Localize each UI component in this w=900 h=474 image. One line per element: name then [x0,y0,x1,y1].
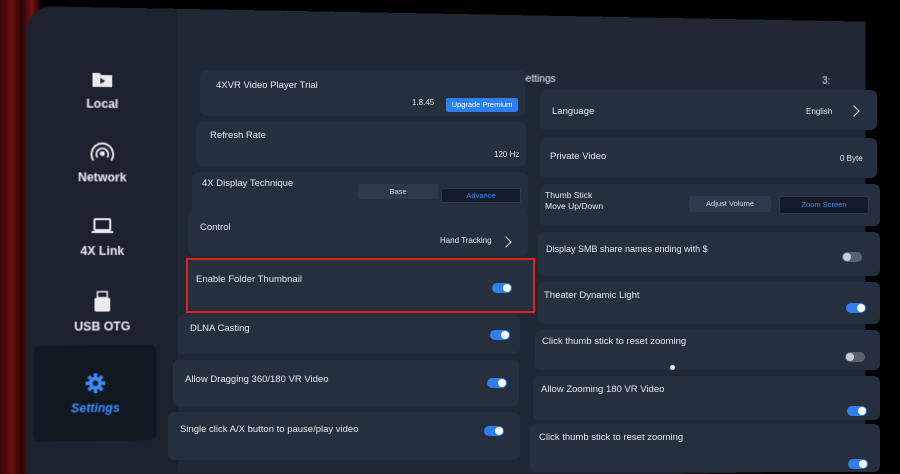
advance-option-button[interactable]: Advance [441,188,521,203]
chevron-right-icon [500,236,512,248]
sidebar-item-label: Network [77,170,127,185]
thumb-stick-label-line1: Thumb Stick [545,190,593,200]
gear-icon [83,371,109,395]
control-card[interactable]: Control Hand Tracking [188,210,528,256]
trial-label: 4XVR Video Player Trial [216,80,318,91]
single-click-toggle[interactable] [484,426,504,436]
smb-card: Display SMB share names ending with $ [538,232,880,276]
reset-zoom-toggle-1[interactable] [845,352,865,362]
display-technique-card: 4X Display Technique Base Advance [192,172,528,214]
sidebar-item-label: Local [86,96,119,111]
zoom-180-toggle[interactable] [847,406,867,416]
display-technique-label: 4X Display Technique [202,178,294,189]
sidebar-item-local[interactable]: Local [26,52,178,125]
theater-light-label: Theater Dynamic Light [544,290,640,301]
refresh-rate-card: Refresh Rate 120 Hz [196,122,526,166]
sidebar-item-4x-link[interactable]: 4X Link [26,200,178,272]
base-option-button[interactable]: Base [358,184,438,199]
version-text: 1.8.45 [412,98,435,107]
usb-drive-icon [90,290,116,314]
toggle-knob [843,253,851,261]
laptop-icon [90,214,116,238]
language-value: English [806,107,833,116]
network-icon [90,141,116,165]
toggle-knob [846,353,854,361]
pointer-cursor [670,365,675,370]
language-label: Language [552,106,595,117]
thumb-stick-card: Thumb Stick Move Up/Down Adjust Volume Z… [540,184,880,226]
private-video-label: Private Video [550,151,607,162]
clock: 3: [822,75,831,87]
refresh-rate-label: Refresh Rate [210,130,266,141]
toggle-knob [858,407,866,415]
smb-label: Display SMB share names ending with $ [546,244,708,254]
reset-zoom-toggle-2[interactable] [848,459,868,469]
dragging-label: Allow Dragging 360/180 VR Video [185,374,329,385]
single-click-card: Single click A/X button to pause/play vi… [168,412,520,460]
zoom-180-label: Allow Zooming 180 VR Video [541,384,665,395]
trial-card: 4XVR Video Player Trial 1.8.45 Upgrade P… [200,70,525,116]
upgrade-premium-button[interactable]: Upgrade Premium [446,98,518,112]
reset-zoom-card-2: Click thumb stick to reset zooming [530,424,880,472]
theater-light-card: Theater Dynamic Light [538,282,880,324]
zoom-180-card: Allow Zooming 180 VR Video [533,376,880,420]
toggle-knob [859,460,867,468]
toggle-knob [501,331,509,339]
sidebar-item-label: 4X Link [80,244,125,258]
dragging-toggle[interactable] [487,378,507,388]
smb-toggle[interactable] [842,252,862,262]
dlna-toggle[interactable] [490,330,510,340]
toggle-knob [495,427,503,435]
sidebar-item-label: USB OTG [74,319,131,334]
language-card[interactable]: Language English [540,90,877,130]
reset-zoom-label-1: Click thumb stick to reset zooming [542,336,687,347]
sidebar: Local Network 4X Link USB OTG Settings [26,6,178,474]
sidebar-item-network[interactable]: Network [26,126,178,199]
zoom-screen-button[interactable]: Zoom Screen [779,196,869,214]
adjust-volume-button[interactable]: Adjust Volume [689,196,771,212]
toggle-knob [857,304,865,312]
play-folder-icon [90,67,116,91]
sidebar-item-settings[interactable]: Settings [33,344,157,442]
single-click-label: Single click A/X button to pause/play vi… [180,424,359,435]
control-label: Control [200,222,231,233]
control-value: Hand Tracking [440,236,492,245]
sidebar-item-label: Settings [71,400,120,416]
reset-zoom-label-2: Click thumb stick to reset zooming [539,432,684,443]
reset-zoom-card-1: Click thumb stick to reset zooming [535,330,880,370]
dragging-card: Allow Dragging 360/180 VR Video [173,360,519,406]
private-video-card[interactable]: Private Video 0 Byte [540,138,877,178]
dlna-card: DLNA Casting [178,314,520,354]
theater-light-toggle[interactable] [846,303,866,313]
highlight-box [186,258,535,313]
dlna-label: DLNA Casting [190,323,250,334]
chevron-right-icon [848,105,860,117]
private-video-value: 0 Byte [840,154,863,163]
refresh-rate-value: 120 Hz [494,150,520,159]
thumb-stick-label-line2: Move Up/Down [545,201,604,211]
sidebar-item-usb-otg[interactable]: USB OTG [26,276,178,348]
toggle-knob [498,379,506,387]
